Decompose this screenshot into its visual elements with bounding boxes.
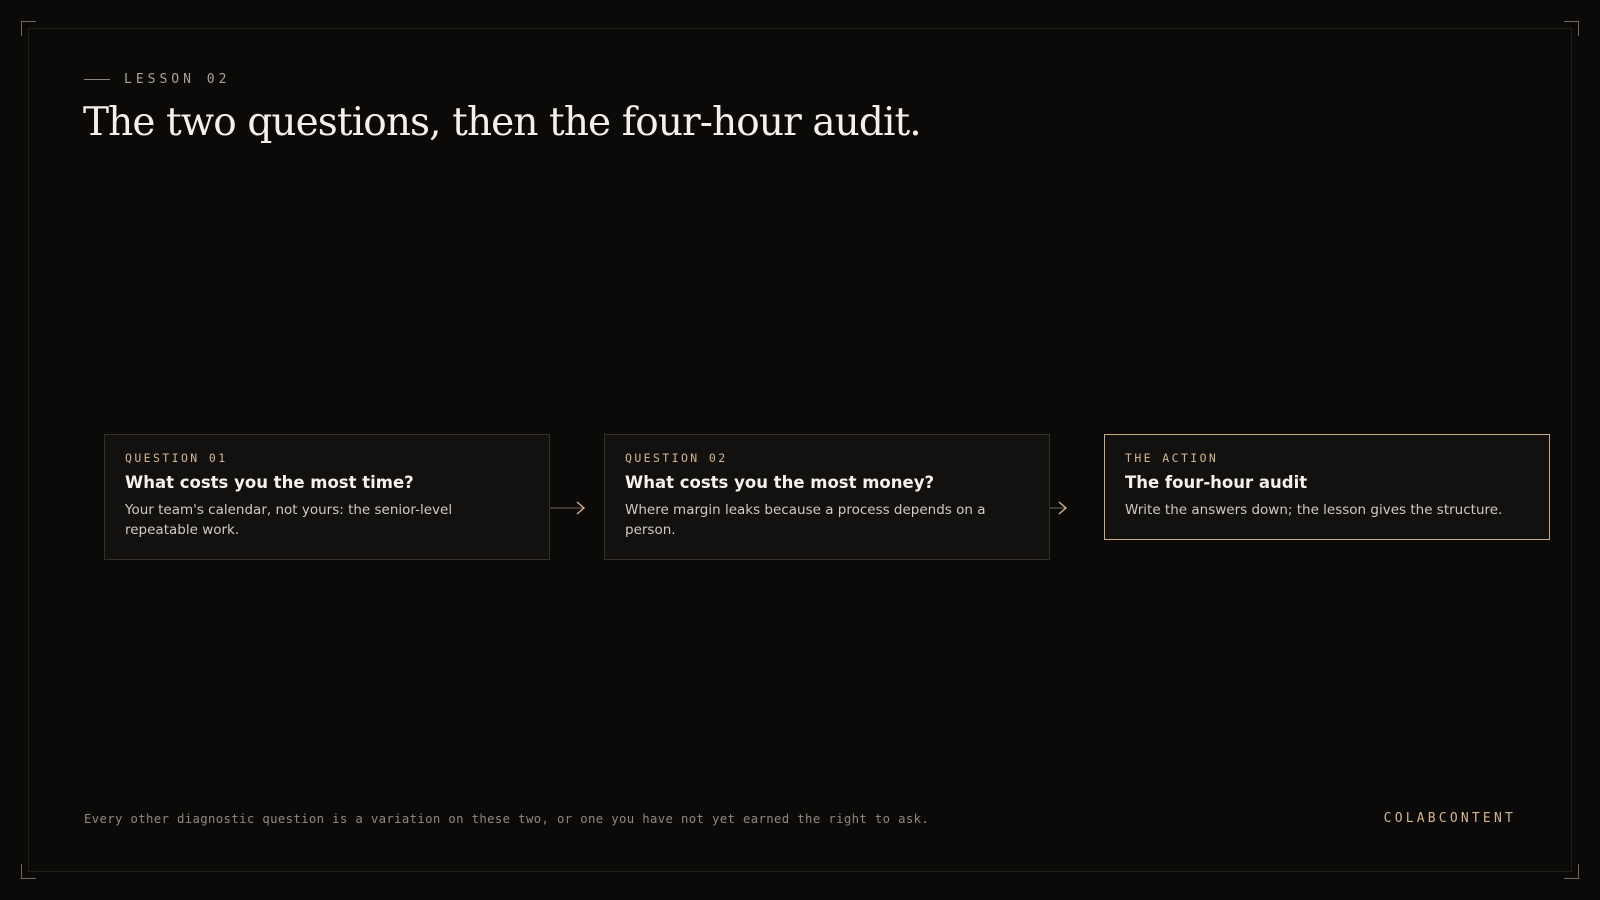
step-description: Write the answers down; the lesson gives…: [1125, 502, 1503, 518]
step-card-question-01: QUESTION 01 What costs you the most time…: [104, 434, 550, 560]
step-title: What costs you the most money?: [625, 473, 935, 492]
step-card-question-02: QUESTION 02 What costs you the most mone…: [604, 434, 1050, 560]
corner-mark-top-left: [21, 21, 36, 36]
step-label: THE ACTION: [1125, 451, 1219, 465]
question-flow: QUESTION 01 What costs you the most time…: [104, 434, 1550, 560]
step-label: QUESTION 01: [125, 451, 228, 465]
step-card-action: THE ACTION The four-hour audit Write the…: [1104, 434, 1550, 540]
brand-wordmark: COLABCONTENT: [1383, 811, 1516, 826]
step-title: The four-hour audit: [1125, 473, 1308, 492]
step-title: What costs you the most time?: [125, 473, 414, 492]
footer-note: Every other diagnostic question is a var…: [84, 812, 930, 826]
lesson-label: LESSON 02: [124, 72, 231, 87]
corner-mark-bottom-left: [21, 864, 36, 879]
corner-mark-bottom-right: [1564, 864, 1579, 879]
arrow-right-icon: [550, 498, 604, 518]
step-label: QUESTION 02: [625, 451, 728, 465]
eyebrow-rule: [84, 79, 110, 80]
arrow-right-icon: [1050, 498, 1104, 518]
corner-mark-top-right: [1564, 21, 1579, 36]
step-description: Your team's calendar, not yours: the sen…: [125, 502, 453, 538]
step-description: Where margin leaks because a process dep…: [625, 502, 986, 538]
lesson-eyebrow: LESSON 02: [84, 72, 230, 87]
slide-title: The two questions, then the four-hour au…: [83, 100, 922, 145]
